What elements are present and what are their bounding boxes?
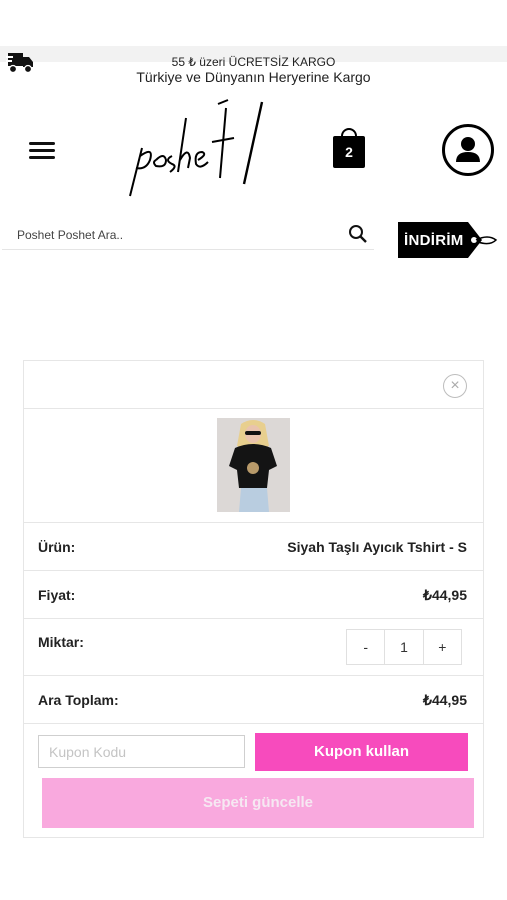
update-cart-button[interactable]: Sepeti güncelle: [42, 778, 474, 828]
product-name[interactable]: Siyah Taşlı Ayıcık Tshirt - S: [287, 539, 467, 555]
product-row: Ürün: Siyah Taşlı Ayıcık Tshirt - S: [24, 523, 483, 571]
user-account-icon[interactable]: [442, 124, 494, 176]
logo[interactable]: [116, 98, 276, 202]
product-photo: [217, 418, 290, 512]
price-row: Fiyat: ₺44,95: [24, 571, 483, 619]
cart-panel: × Ürün: Siyah Taşlı Ayıcık Tshirt - S Fi…: [23, 360, 484, 838]
worldwide-shipping-text: Türkiye ve Dünyanın Heryerine Kargo: [136, 69, 371, 85]
coupon-code-input[interactable]: [38, 735, 245, 768]
product-label: Ürün:: [38, 539, 76, 555]
subtotal-row: Ara Toplam: ₺44,95: [24, 676, 483, 724]
search-input[interactable]: [17, 224, 337, 246]
quantity-decrease-button[interactable]: -: [347, 630, 384, 664]
free-shipping-text: 55 ₺ üzeri ÜCRETSİZ KARGO: [171, 55, 336, 69]
quantity-value[interactable]: 1: [384, 630, 424, 664]
shopping-bag-icon[interactable]: 2: [331, 128, 367, 170]
cart-count-badge: 2: [345, 144, 353, 160]
subtotal-label: Ara Toplam:: [38, 692, 119, 708]
user-silhouette-icon: [456, 137, 480, 162]
quantity-increase-button[interactable]: +: [424, 630, 461, 664]
price-value: ₺44,95: [423, 587, 467, 603]
product-thumbnail[interactable]: [217, 418, 290, 512]
close-icon[interactable]: ×: [443, 374, 467, 398]
search-bar: [2, 220, 374, 250]
sale-tag-button[interactable]: İNDİRİM: [396, 220, 500, 262]
quantity-row: Miktar: - 1 +: [24, 619, 483, 676]
sale-tag-label: İNDİRİM: [404, 232, 464, 249]
apply-coupon-button[interactable]: Kupon kullan: [255, 733, 468, 771]
product-image-row: [24, 409, 483, 523]
hamburger-menu-icon[interactable]: [29, 142, 55, 162]
search-icon[interactable]: [348, 224, 368, 244]
quantity-label: Miktar:: [38, 634, 84, 650]
subtotal-value: ₺44,95: [423, 692, 467, 708]
quantity-stepper: - 1 +: [346, 629, 462, 665]
price-label: Fiyat:: [38, 587, 76, 603]
cart-panel-header: ×: [24, 361, 483, 409]
